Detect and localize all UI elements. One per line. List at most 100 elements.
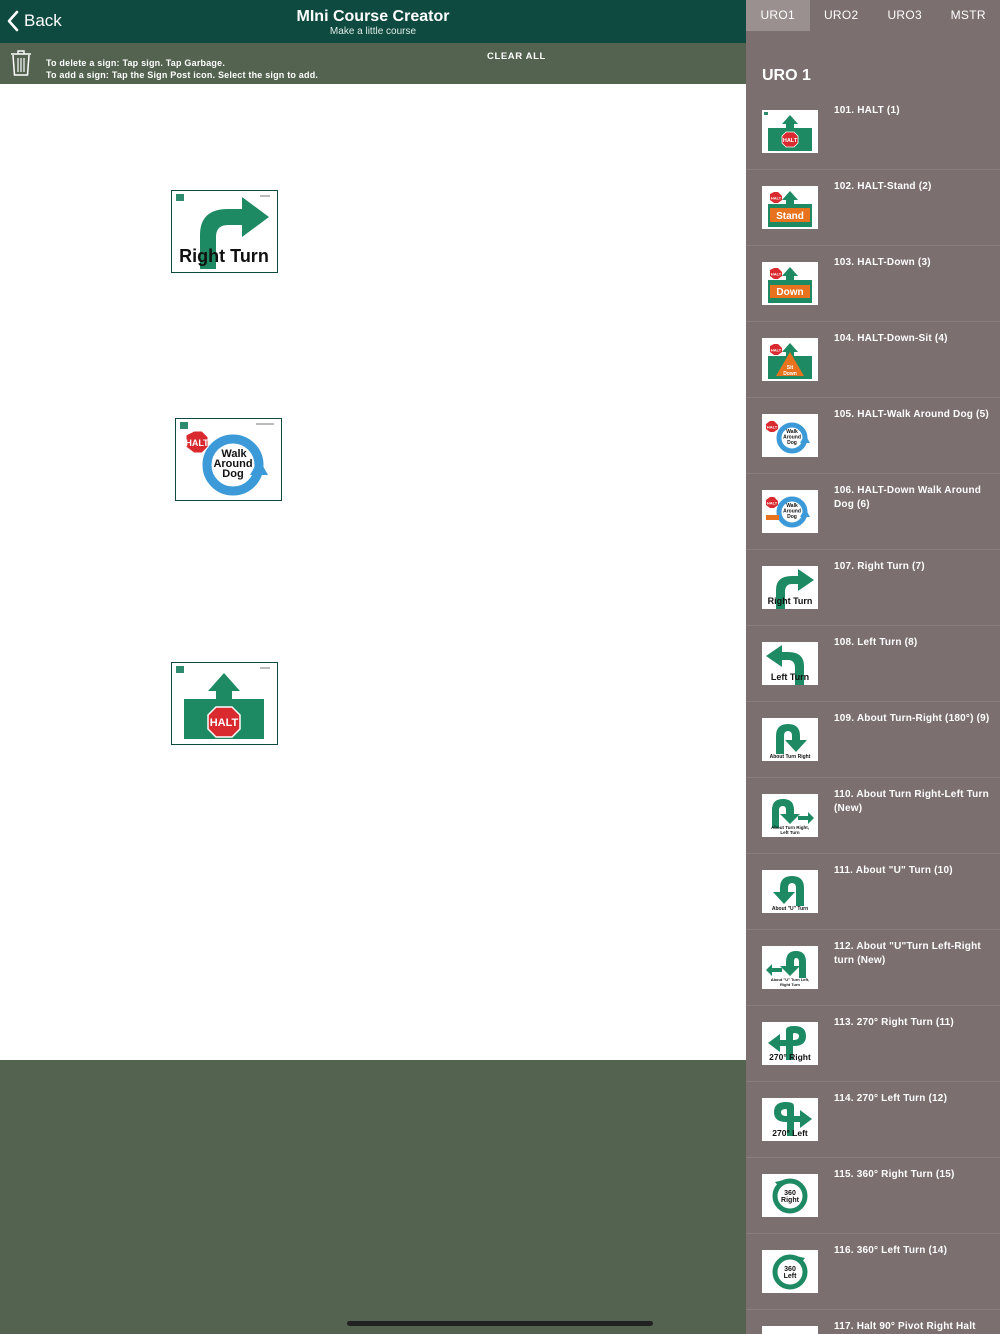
home-indicator [347,1321,653,1326]
down-walk-around-thumb-icon: HALT Walk Around Dog [762,490,818,533]
u-turn-right-thumb-icon: About "U" Turn Left, Right Turn [762,946,818,989]
tab-uro3[interactable]: URO3 [873,0,937,31]
svg-text:270° Left: 270° Left [772,1128,808,1138]
svg-text:HALT: HALT [767,425,778,430]
placed-sign-right-turn[interactable]: Right Turn [171,190,278,273]
halt-down-thumb-icon: Down HALT [762,262,818,305]
svg-text:270° Right: 270° Right [769,1052,811,1062]
svg-text:Dog: Dog [787,440,797,446]
svg-text:Right Turn: Right Turn [780,982,800,987]
sign-label: 101. HALT (1) [834,105,900,116]
270-right-thumb-icon: 270° Right [762,1022,818,1065]
placed-sign-walk-around-dog[interactable]: HALT Walk Around Dog [175,418,282,501]
svg-text:Left Turn: Left Turn [780,830,799,835]
sign-label: 103. HALT-Down (3) [834,257,931,268]
sign-label: 104. HALT-Down-Sit (4) [834,333,948,344]
sign-label: 116. 360° Left Turn (14) [834,1245,948,1256]
about-turn-left-thumb-icon: About Turn Right, Left Turn [762,794,818,837]
halt-down-sit-thumb-icon: Sit Down HALT [762,338,818,381]
sign-label: 117. Halt 90° Pivot Right Halt [834,1321,976,1332]
sign-label: 109. About Turn-Right (180°) (9) [834,713,990,724]
svg-text:Dog: Dog [222,468,243,480]
right-turn-arrow-icon: Right Turn [176,194,270,269]
360-left-thumb-icon: 360 Left [762,1250,818,1293]
svg-text:HALT: HALT [210,717,239,729]
list-item[interactable]: Right Turn 107. Right Turn (7) [746,550,1000,626]
list-item[interactable]: Sit Down HALT 104. HALT-Down-Sit (4) [746,322,1000,398]
hint-delete: To delete a sign: Tap sign. Tap Garbage. [46,58,226,68]
sign-label: 111. About "U" Turn (10) [834,865,953,876]
section-heading: URO 1 [762,67,811,84]
left-turn-thumb-icon: Left Turn [762,642,818,685]
walk-around-dog-icon: HALT Walk Around Dog [180,422,274,496]
halt-thumb-icon: HALT [762,110,818,153]
svg-text:Stand: Stand [776,211,804,222]
list-item[interactable]: 360 Right 115. 360° Right Turn (15) [746,1158,1000,1234]
pivot-right-thumb-icon [762,1326,818,1334]
instructions: To delete a sign: Tap sign. Tap Garbage.… [46,57,318,81]
sign-picker-panel: URO1 URO2 URO3 MSTR URO 1 HALT 101. HALT… [746,0,1000,1334]
svg-text:Right: Right [781,1197,800,1204]
tab-uro1[interactable]: URO1 [746,0,810,31]
svg-text:HALT: HALT [771,348,782,353]
svg-text:Left Turn: Left Turn [771,672,809,682]
about-turn-thumb-icon: About Turn Right [762,718,818,761]
list-item[interactable]: Stand HALT 102. HALT-Stand (2) [746,170,1000,246]
sign-list[interactable]: HALT 101. HALT (1) Stand HALT 102. HALT-… [746,94,1000,1334]
svg-text:HALT: HALT [783,138,798,144]
walk-around-thumb-icon: HALT Walk Around Dog [762,414,818,457]
svg-text:Dog: Dog [787,514,797,520]
tab-mstr[interactable]: MSTR [937,0,1000,31]
svg-text:HALT: HALT [185,438,209,448]
svg-text:HALT: HALT [767,501,778,506]
trash-icon[interactable] [9,49,33,77]
list-item[interactable]: About Turn Right 109. About Turn-Right (… [746,702,1000,778]
sign-label: 113. 270° Right Turn (11) [834,1017,954,1028]
course-canvas[interactable]: Right Turn HALT Walk Around Dog HALT [0,84,746,1060]
svg-text:Left: Left [784,1273,798,1280]
hint-add: To add a sign: Tap the Sign Post icon. S… [46,70,319,80]
halt-stand-thumb-icon: Stand HALT [762,186,818,229]
halt-sign-icon: HALT [176,666,270,739]
360-right-thumb-icon: 360 Right [762,1174,818,1217]
list-item[interactable]: Left Turn 108. Left Turn (8) [746,626,1000,702]
sign-label: 110. About Turn Right-Left Turn (New) [834,789,989,814]
tab-uro2[interactable]: URO2 [810,0,874,31]
svg-text:Down: Down [776,287,803,298]
page-title: MIni Course Creator [296,8,450,25]
svg-text:About "U" Turn: About "U" Turn [772,906,808,912]
270-left-thumb-icon: 270° Left [762,1098,818,1141]
sign-label: 114. 270° Left Turn (12) [834,1093,948,1104]
sign-label: 115. 360° Right Turn (15) [834,1169,955,1180]
list-item[interactable]: HALT Walk Around Dog 106. HALT-Down Walk… [746,474,1000,550]
svg-text:360: 360 [784,1190,796,1197]
list-item[interactable]: Down HALT 103. HALT-Down (3) [746,246,1000,322]
right-turn-thumb-icon: Right Turn [762,566,818,609]
sign-label: 102. HALT-Stand (2) [834,181,932,192]
sign-label: 112. About "U"Turn Left-Right turn (New) [834,941,981,966]
svg-text:HALT: HALT [771,196,782,201]
list-item[interactable]: 270° Right 113. 270° Right Turn (11) [746,1006,1000,1082]
svg-text:HALT: HALT [771,272,782,277]
page-subtitle: Make a little course [329,26,417,37]
svg-text:Down: Down [783,371,797,377]
svg-text:360: 360 [784,1266,796,1273]
u-turn-thumb-icon: About "U" Turn [762,870,818,913]
list-item[interactable]: About "U" Turn Left, Right Turn 112. Abo… [746,930,1000,1006]
clear-all-button[interactable]: CLEAR ALL [487,51,546,62]
sign-label: 106. HALT-Down Walk Around Dog (6) [834,485,982,510]
sign-label: 107. Right Turn (7) [834,561,925,572]
top-bar: Back MIni Course Creator Make a little c… [0,0,746,43]
svg-text:Right Turn: Right Turn [768,596,813,606]
sign-label: 108. Left Turn (8) [834,637,918,648]
list-item[interactable]: 270° Left 114. 270° Left Turn (12) [746,1082,1000,1158]
list-item[interactable]: About Turn Right, Left Turn 110. About T… [746,778,1000,854]
list-item[interactable]: About "U" Turn 111. About "U" Turn (10) [746,854,1000,930]
list-item[interactable]: 360 Left 116. 360° Left Turn (14) [746,1234,1000,1310]
list-item[interactable]: HALT 101. HALT (1) [746,94,1000,170]
list-item[interactable]: 117. Halt 90° Pivot Right Halt [746,1310,1000,1334]
placed-sign-halt[interactable]: HALT [171,662,278,745]
level-tabs: URO1 URO2 URO3 MSTR [746,0,1000,31]
toolbar: To delete a sign: Tap sign. Tap Garbage.… [0,43,746,84]
list-item[interactable]: HALT Walk Around Dog 105. HALT-Walk Arou… [746,398,1000,474]
